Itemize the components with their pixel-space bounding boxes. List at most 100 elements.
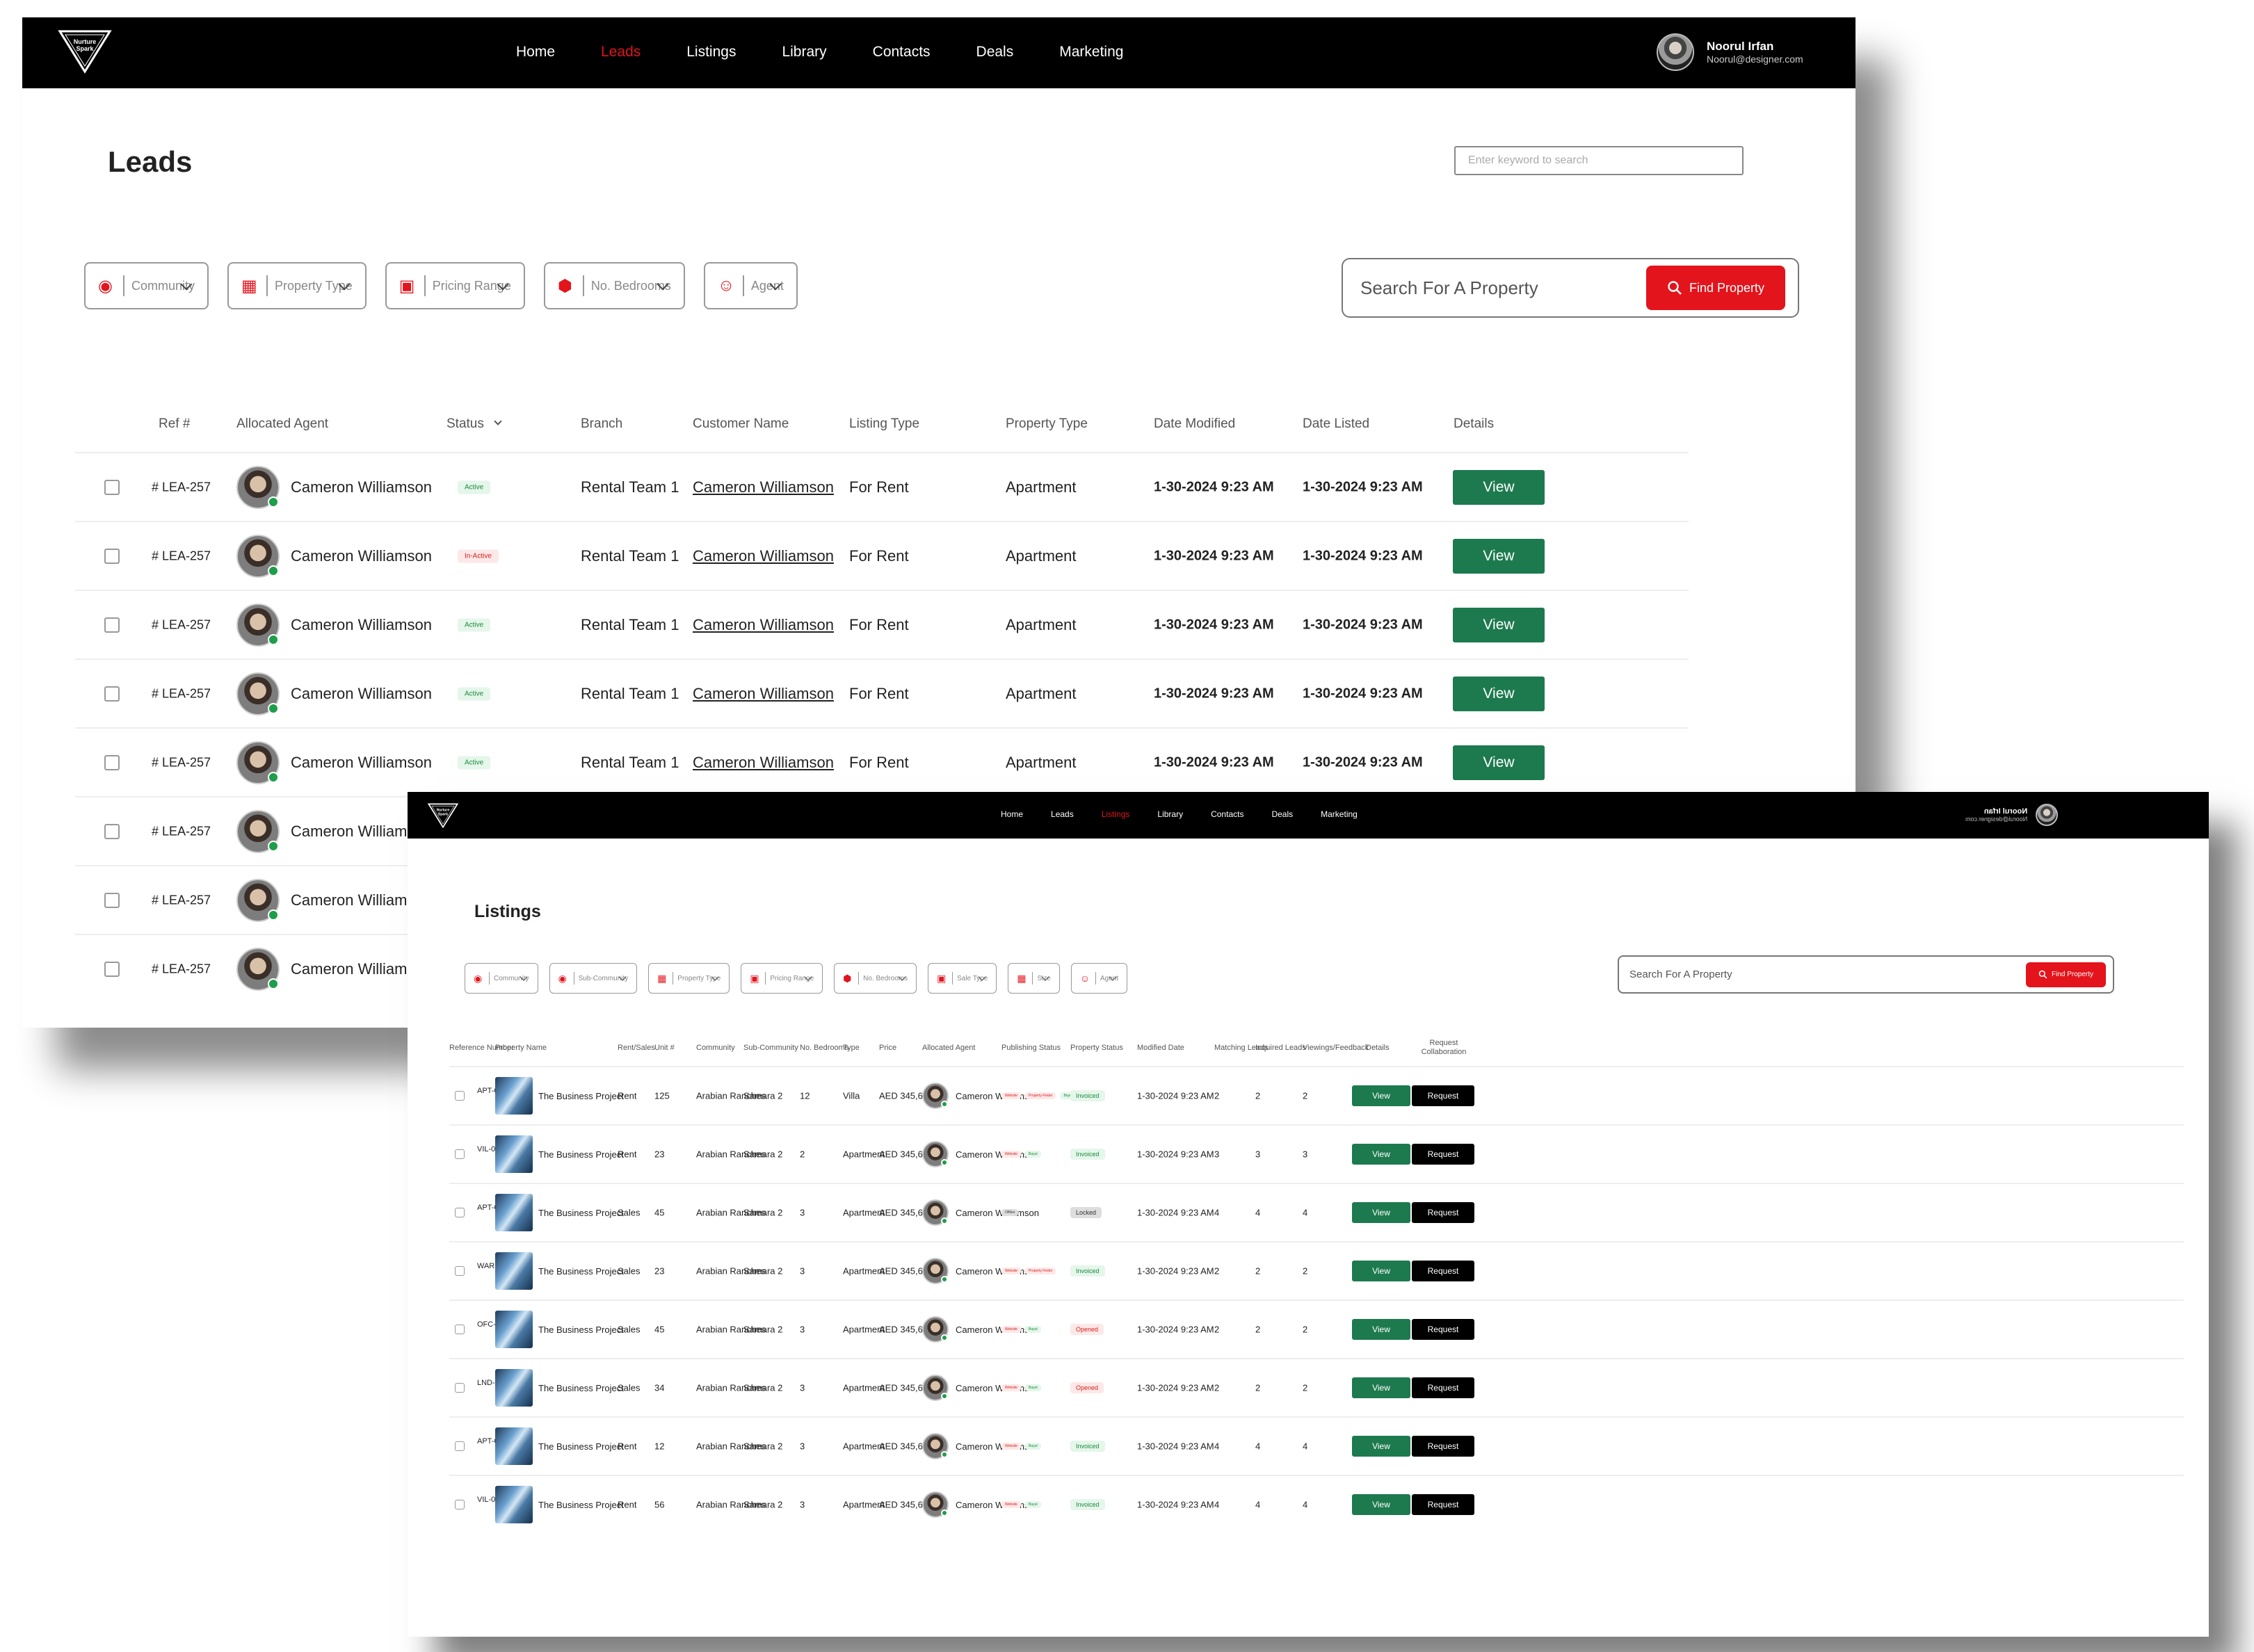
row-checkbox[interactable]	[104, 823, 120, 839]
request-collaboration-button[interactable]: Request	[1412, 1436, 1474, 1457]
view-button[interactable]: View	[1352, 1085, 1410, 1106]
nav-contacts[interactable]: Contacts	[1211, 809, 1243, 819]
allocated-agent[interactable]: Cameron Williamson	[236, 740, 432, 784]
customer-name-link[interactable]: Cameron Williamson	[693, 685, 834, 703]
nav-marketing[interactable]: Marketing	[1321, 809, 1358, 819]
filter-no-bedrooms[interactable]: ⬢ No. Bedrooms	[543, 262, 685, 309]
filter-pricing-range[interactable]: ▣ Pricing Range	[385, 262, 525, 309]
search-input[interactable]: Search For A Property	[1360, 277, 1538, 299]
view-button[interactable]: View	[1352, 1436, 1410, 1457]
row-checkbox[interactable]	[455, 1383, 465, 1393]
property-name[interactable]: The Business Project	[495, 1369, 624, 1407]
filter-no-bedrooms[interactable]: ⬢ No. Bedrooms	[834, 963, 917, 994]
allocated-agent[interactable]: Cameron Williamson	[236, 465, 432, 509]
keyword-search-input[interactable]: Enter keyword to search	[1454, 146, 1744, 175]
property-name[interactable]: The Business Project	[495, 1135, 624, 1173]
nav-listings[interactable]: Listings	[1102, 809, 1130, 819]
property-search-box[interactable]: Search For A Property Find Property	[1618, 955, 2114, 994]
property-name[interactable]: The Business Project	[495, 1194, 624, 1231]
filter-community[interactable]: ◉ Community	[465, 963, 538, 994]
request-collaboration-button[interactable]: Request	[1412, 1144, 1474, 1165]
filter-size[interactable]: ▦ Size	[1008, 963, 1060, 994]
property-name[interactable]: The Business Project	[495, 1077, 624, 1115]
user-avatar[interactable]	[1657, 33, 1694, 71]
customer-name-link[interactable]: Cameron Williamson	[693, 754, 834, 772]
row-checkbox[interactable]	[455, 1208, 465, 1217]
view-button[interactable]: View	[1352, 1494, 1410, 1515]
view-button[interactable]: View	[1453, 469, 1545, 505]
filter-agent[interactable]: ☺ Agent	[703, 262, 798, 309]
filter-sale-type[interactable]: ▣ Sale Type	[928, 963, 997, 994]
filter-property-type[interactable]: ▦ Property Type	[227, 262, 367, 309]
property-search-box[interactable]: Search For A Property Find Property	[1342, 258, 1799, 318]
nav-home[interactable]: Home	[516, 44, 555, 60]
row-checkbox[interactable]	[104, 892, 120, 908]
row-checkbox[interactable]	[104, 961, 120, 977]
request-collaboration-button[interactable]: Request	[1412, 1377, 1474, 1398]
nav-leads[interactable]: Leads	[601, 44, 641, 60]
view-button[interactable]: View	[1352, 1144, 1410, 1165]
row-checkbox[interactable]	[455, 1266, 465, 1276]
find-property-button[interactable]: Find Property	[1645, 266, 1785, 310]
row-checkbox[interactable]	[104, 479, 120, 495]
filter-community[interactable]: ◉ Community	[84, 262, 209, 309]
user-profile[interactable]: Noorul Irfan Noorul@designer.com	[1965, 804, 2059, 826]
allocated-agent[interactable]: Cameron Williamsc	[236, 809, 422, 853]
nav-deals[interactable]: Deals	[1271, 809, 1293, 819]
filter-pricing-range[interactable]: ▣ Pricing Range	[741, 963, 823, 994]
nav-home[interactable]: Home	[1001, 809, 1023, 819]
row-checkbox[interactable]	[455, 1441, 465, 1451]
request-collaboration-button[interactable]: Request	[1412, 1085, 1474, 1106]
view-button[interactable]: View	[1352, 1261, 1410, 1281]
allocated-agent[interactable]: Cameron Williamson	[236, 603, 432, 647]
row-checkbox[interactable]	[104, 548, 120, 564]
request-collaboration-button[interactable]: Request	[1412, 1202, 1474, 1223]
nurture-spark-logo[interactable]: Nurture Spark	[57, 29, 113, 74]
view-button[interactable]: View	[1352, 1377, 1410, 1398]
allocated-agent[interactable]: Cameron Williamson	[236, 534, 432, 578]
find-property-button[interactable]: Find Property	[2025, 962, 2106, 987]
user-avatar[interactable]	[2036, 804, 2059, 826]
allocated-agent[interactable]: Cameron Williamsc	[236, 878, 422, 922]
property-name[interactable]: The Business Project	[495, 1486, 624, 1523]
allocated-agent[interactable]: Cameron Williamson	[922, 1199, 1039, 1226]
col-status[interactable]: Status	[446, 416, 484, 432]
customer-name-link[interactable]: Cameron Williamson	[693, 547, 834, 565]
nav-listings[interactable]: Listings	[686, 44, 736, 60]
nav-library[interactable]: Library	[1157, 809, 1183, 819]
view-button[interactable]: View	[1453, 607, 1545, 642]
row-checkbox[interactable]	[455, 1091, 465, 1101]
allocated-agent[interactable]: Cameron Williamson	[236, 672, 432, 715]
user-profile[interactable]: Noorul Irfan Noorul@designer.com	[1657, 33, 1803, 71]
request-collaboration-button[interactable]: Request	[1412, 1319, 1474, 1340]
nav-marketing[interactable]: Marketing	[1059, 44, 1123, 60]
view-button[interactable]: View	[1352, 1319, 1410, 1340]
row-checkbox[interactable]	[455, 1325, 465, 1334]
nav-contacts[interactable]: Contacts	[873, 44, 931, 60]
property-name[interactable]: The Business Project	[495, 1252, 624, 1290]
filter-sub-community[interactable]: ◉ Sub-Community	[549, 963, 638, 994]
row-checkbox[interactable]	[104, 617, 120, 633]
nav-deals[interactable]: Deals	[976, 44, 1014, 60]
nurture-spark-logo[interactable]: Nurture Spark	[427, 802, 459, 829]
nav-library[interactable]: Library	[782, 44, 826, 60]
customer-name-link[interactable]: Cameron Williamson	[693, 616, 834, 634]
row-checkbox[interactable]	[455, 1500, 465, 1509]
row-checkbox[interactable]	[104, 686, 120, 702]
allocated-agent[interactable]: Cameron Williamsc	[236, 947, 422, 991]
filter-property-type[interactable]: ▦ Property Type	[648, 963, 730, 994]
search-input[interactable]: Search For A Property	[1629, 969, 1732, 980]
view-button[interactable]: View	[1352, 1202, 1410, 1223]
property-name[interactable]: The Business Project	[495, 1311, 624, 1348]
request-collaboration-button[interactable]: Request	[1412, 1494, 1474, 1515]
row-checkbox[interactable]	[104, 754, 120, 770]
view-button[interactable]: View	[1453, 676, 1545, 711]
view-button[interactable]: View	[1453, 745, 1545, 780]
property-name[interactable]: The Business Project	[495, 1427, 624, 1465]
row-checkbox[interactable]	[455, 1149, 465, 1159]
filter-agent[interactable]: ☺ Agent	[1070, 963, 1127, 994]
request-collaboration-button[interactable]: Request	[1412, 1261, 1474, 1281]
view-button[interactable]: View	[1453, 538, 1545, 574]
customer-name-link[interactable]: Cameron Williamson	[693, 478, 834, 496]
sort-chevron-icon[interactable]	[494, 417, 502, 426]
